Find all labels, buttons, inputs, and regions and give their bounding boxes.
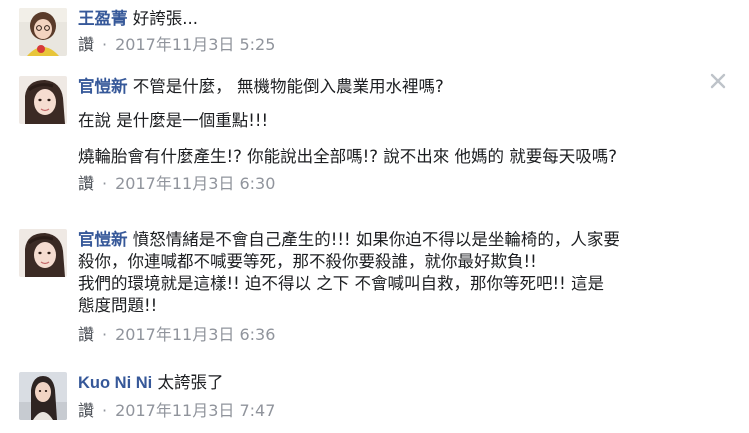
like-link[interactable]: 讚 bbox=[78, 35, 94, 54]
avatar[interactable] bbox=[19, 229, 67, 277]
author-name[interactable]: 官愷新 bbox=[78, 231, 128, 249]
author-name[interactable]: Kuo Ni Ni bbox=[78, 374, 152, 392]
comment-meta: 讚 · 2017年11月3日 7:47 bbox=[78, 401, 729, 421]
separator: · bbox=[102, 35, 108, 54]
avatar-image bbox=[19, 8, 67, 56]
timestamp[interactable]: 2017年11月3日 6:36 bbox=[115, 325, 275, 344]
like-link[interactable]: 讚 bbox=[78, 174, 94, 193]
comment-meta: 讚 · 2017年11月3日 5:25 bbox=[78, 35, 729, 55]
comment-meta: 讚 · 2017年11月3日 6:30 bbox=[78, 174, 729, 194]
avatar-image bbox=[19, 76, 67, 124]
avatar[interactable] bbox=[19, 76, 67, 124]
like-link[interactable]: 讚 bbox=[78, 401, 94, 420]
comment-line: 燒輪胎會有什麼產生!? 你能說出全部嗎!? 說不出來 他媽的 就要每天吸嗎? bbox=[78, 147, 617, 166]
separator: · bbox=[102, 401, 108, 420]
comment-text: 官愷新 憤怒情緒是不會自己產生的!!! 如果你迫不得以是坐輪椅的，人家要 bbox=[78, 229, 729, 251]
comment-line: 在說 是什麼是一個重點!!! bbox=[78, 111, 269, 130]
avatar[interactable] bbox=[19, 8, 67, 56]
timestamp[interactable]: 2017年11月3日 7:47 bbox=[115, 401, 275, 420]
comment-line: 殺你，你連喊都不喊要等死，那不殺你要殺誰，就你最好欺負!! bbox=[78, 252, 537, 271]
comment-line: 態度問題!! bbox=[78, 296, 158, 315]
comment-line: 不管是什麼， 無機物能倒入農業用水裡嗎? bbox=[132, 77, 444, 96]
comment-line: 好誇張... bbox=[132, 9, 198, 28]
comment-text: 官愷新 不管是什麼， 無機物能倒入農業用水裡嗎? bbox=[78, 76, 729, 98]
comment-line: 憤怒情緒是不會自己產生的!!! 如果你迫不得以是坐輪椅的，人家要 bbox=[132, 230, 620, 249]
like-link[interactable]: 讚 bbox=[78, 325, 94, 344]
separator: · bbox=[102, 174, 108, 193]
comment-meta: 讚 · 2017年11月3日 6:36 bbox=[78, 325, 729, 345]
timestamp[interactable]: 2017年11月3日 5:25 bbox=[115, 35, 275, 54]
avatar-image bbox=[19, 372, 67, 420]
separator: · bbox=[102, 325, 108, 344]
close-icon[interactable] bbox=[709, 72, 727, 90]
comment-line: 太誇張了 bbox=[157, 373, 224, 392]
avatar-image bbox=[19, 229, 67, 277]
comment-text: Kuo Ni Ni 太誇張了 bbox=[78, 372, 729, 394]
author-name[interactable]: 王盈菁 bbox=[78, 10, 128, 28]
comment-text: 王盈菁 好誇張... bbox=[78, 8, 729, 30]
timestamp[interactable]: 2017年11月3日 6:30 bbox=[115, 174, 275, 193]
author-name[interactable]: 官愷新 bbox=[78, 78, 128, 96]
avatar[interactable] bbox=[19, 372, 67, 420]
comment-line: 我們的環境就是這樣!! 迫不得以 之下 不會喊叫自救，那你等死吧!! 這是 bbox=[78, 274, 604, 293]
